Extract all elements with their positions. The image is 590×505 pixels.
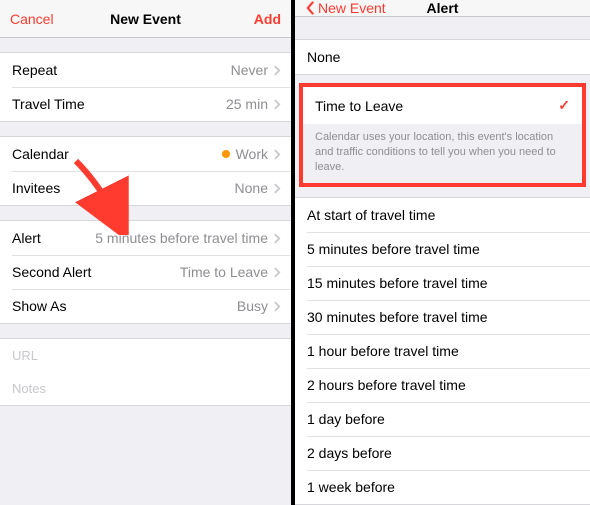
alert-option[interactable]: 1 hour before travel time (295, 334, 590, 368)
calendar-color-dot (222, 150, 230, 158)
row-value: 5 minutes before travel time (95, 230, 268, 246)
row-value: None (235, 180, 268, 196)
alert-option-time-to-leave[interactable]: Time to Leave ✓ (303, 87, 582, 124)
row-value: Never (231, 62, 268, 78)
chevron-right-icon (274, 65, 281, 76)
back-button[interactable]: New Event (305, 0, 386, 16)
selected-highlight: Time to Leave ✓ Calendar uses your locat… (299, 83, 586, 187)
row-value: Busy (237, 298, 268, 314)
travel-time-row[interactable]: Travel Time 25 min (0, 87, 291, 121)
row-label: Show As (12, 298, 66, 314)
chevron-left-icon (305, 0, 316, 16)
chevron-right-icon (274, 149, 281, 160)
alert-option[interactable]: 1 week before (295, 470, 590, 504)
show-as-row[interactable]: Show As Busy (0, 289, 291, 323)
row-value: Time to Leave (180, 264, 268, 280)
alert-option[interactable]: 30 minutes before travel time (295, 300, 590, 334)
chevron-right-icon (274, 233, 281, 244)
row-label: Second Alert (12, 264, 91, 280)
row-label: Invitees (12, 180, 60, 196)
chevron-right-icon (274, 267, 281, 278)
alert-option[interactable]: 1 day before (295, 402, 590, 436)
navbar: New Event Alert . (295, 0, 590, 17)
url-field[interactable]: URL (0, 339, 291, 372)
alert-option[interactable]: 2 hours before travel time (295, 368, 590, 402)
alert-option-none[interactable]: None (295, 40, 590, 74)
second-alert-row[interactable]: Second Alert Time to Leave (0, 255, 291, 289)
row-value: Work (236, 146, 268, 162)
back-label: New Event (318, 0, 386, 16)
option-label: Time to Leave (315, 98, 403, 114)
alert-option[interactable]: 2 days before (295, 436, 590, 470)
row-label: Alert (12, 230, 41, 246)
cancel-button[interactable]: Cancel (10, 11, 54, 27)
alert-screen: New Event Alert . None Time to Leave ✓ C… (295, 0, 590, 505)
chevron-right-icon (274, 301, 281, 312)
add-button[interactable]: Add (254, 11, 281, 27)
calendar-row[interactable]: Calendar Work (0, 137, 291, 171)
alert-option[interactable]: At start of travel time (295, 198, 590, 232)
alert-option[interactable]: 5 minutes before travel time (295, 232, 590, 266)
row-label: Calendar (12, 146, 69, 162)
alert-option[interactable]: 15 minutes before travel time (295, 266, 590, 300)
new-event-screen: Cancel New Event Add Repeat Never Travel… (0, 0, 295, 505)
chevron-right-icon (274, 183, 281, 194)
row-label: Repeat (12, 62, 57, 78)
repeat-row[interactable]: Repeat Never (0, 53, 291, 87)
row-label: Travel Time (12, 96, 85, 112)
invitees-row[interactable]: Invitees None (0, 171, 291, 205)
notes-field[interactable]: Notes (0, 372, 291, 405)
alert-row[interactable]: Alert 5 minutes before travel time (0, 221, 291, 255)
checkmark-icon: ✓ (558, 97, 570, 114)
navbar: Cancel New Event Add (0, 0, 291, 38)
row-value: 25 min (226, 96, 268, 112)
option-description: Calendar uses your location, this event'… (303, 124, 582, 183)
chevron-right-icon (274, 99, 281, 110)
alert-options-list: At start of travel time 5 minutes before… (295, 197, 590, 505)
